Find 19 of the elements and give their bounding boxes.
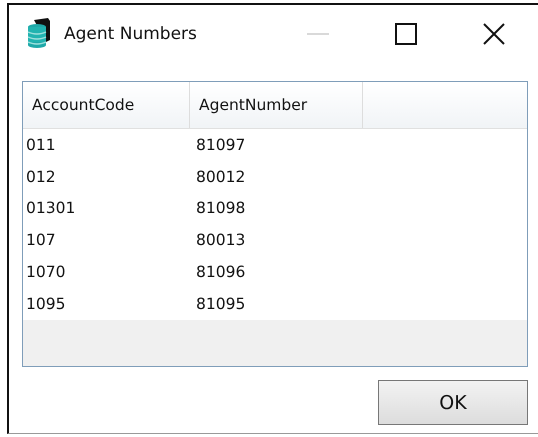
table-cell-text: 011	[25, 134, 57, 156]
maximize-icon[interactable]	[395, 23, 417, 45]
table-cell-text: 80013	[195, 230, 246, 252]
column-header[interactable]: AccountCode	[23, 82, 190, 128]
table-cell-text: 012	[25, 166, 57, 188]
table-cell-text: 01301	[25, 198, 76, 220]
table-cell-text: 1070	[25, 262, 66, 284]
database-icon	[26, 18, 52, 50]
table-cell-text: 107	[25, 230, 57, 252]
table-cell-text: 81096	[195, 262, 246, 284]
window-title: Agent Numbers	[64, 24, 197, 44]
table-cell-text: 81098	[195, 198, 246, 220]
table-cell-text: 1095	[25, 294, 66, 315]
table-cell-text: 81095	[195, 294, 246, 315]
table-cell-text: 80012	[195, 166, 246, 188]
table-cell-text: 81097	[195, 134, 246, 156]
column-header[interactable]: AgentNumber	[190, 82, 363, 128]
close-icon[interactable]	[483, 23, 505, 45]
ok-button[interactable]: OK	[378, 380, 528, 425]
